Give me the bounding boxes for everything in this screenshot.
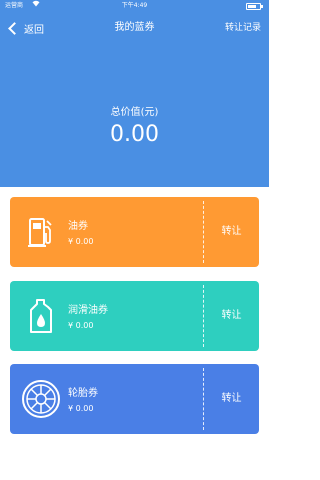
total-value-amount: 0.00 — [110, 122, 159, 147]
coupon-amount: ¥ 0.00 — [68, 404, 94, 413]
tire-icon — [20, 378, 62, 420]
fuel-pump-icon — [20, 211, 62, 253]
coupon-name: 油券 — [68, 221, 88, 232]
transfer-button[interactable]: 转让 — [204, 197, 259, 267]
nav-bar: 返回 我的蓝券 转让记录 — [0, 16, 269, 40]
status-time: 下午4:49 — [121, 2, 148, 9]
coupon-name: 润滑油券 — [68, 305, 108, 316]
oil-bottle-icon — [20, 295, 62, 337]
status-bar: 运营商 下午4:49 — [0, 0, 269, 12]
tire-coupon-card[interactable]: 轮胎券 ¥ 0.00 转让 — [10, 364, 259, 434]
coupon-name: 轮胎券 — [68, 388, 98, 399]
transfer-button[interactable]: 转让 — [204, 281, 259, 351]
lubricant-coupon-card[interactable]: 润滑油券 ¥ 0.00 转让 — [10, 281, 259, 351]
coupon-amount: ¥ 0.00 — [68, 321, 94, 330]
battery-icon — [246, 3, 263, 10]
transfer-button[interactable]: 转让 — [204, 364, 259, 434]
fuel-coupon-card[interactable]: 油券 ¥ 0.00 转让 — [10, 197, 259, 267]
header: 运营商 下午4:49 返回 我的蓝券 转让记录 总价值(元) 0.00 — [0, 0, 269, 187]
total-value-label: 总价值(元) — [110, 107, 159, 118]
coupon-amount: ¥ 0.00 — [68, 237, 94, 246]
transfer-record-link[interactable]: 转让记录 — [225, 19, 261, 37]
battery-level — [248, 5, 256, 8]
